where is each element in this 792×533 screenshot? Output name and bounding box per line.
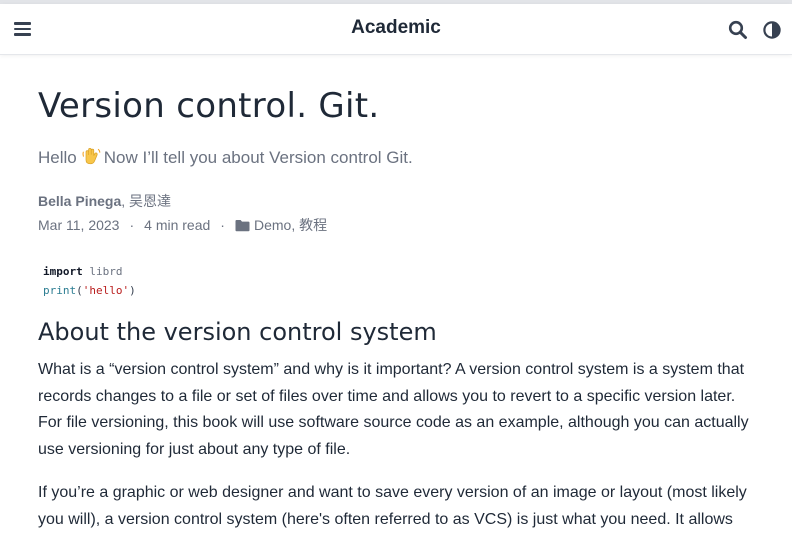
code-function: print bbox=[43, 284, 77, 297]
author-name: 吴恩達 bbox=[129, 193, 172, 209]
category-separator: , bbox=[291, 217, 300, 233]
code-paren-open: ( bbox=[76, 284, 83, 297]
article-subtitle: Hello Now I’ll tell you about Version co… bbox=[38, 146, 413, 171]
waving-hand-emoji-icon bbox=[81, 146, 101, 171]
brand-link[interactable]: Academic bbox=[351, 17, 441, 38]
code-block: import librd print('hello') bbox=[43, 262, 136, 300]
section-heading: About the version control system bbox=[38, 318, 437, 346]
meta-separator: · bbox=[220, 217, 225, 233]
code-paren-close: ) bbox=[129, 284, 136, 297]
category-link-tutorial[interactable]: 教程 bbox=[299, 217, 327, 233]
site-brand: Academic bbox=[0, 17, 792, 39]
code-string: 'hello' bbox=[82, 284, 130, 297]
author-link[interactable]: Bella Pinega bbox=[38, 193, 121, 209]
theme-toggle-icon[interactable] bbox=[762, 20, 782, 40]
page-title: Version control. Git. bbox=[38, 86, 380, 126]
search-icon[interactable] bbox=[728, 20, 748, 40]
article-metadata: Mar 11, 2023 · 4 min read · Demo, 教程 bbox=[38, 215, 327, 235]
category-link-demo[interactable]: Demo bbox=[254, 217, 291, 233]
subtitle-text: Now I’ll tell you about Version control … bbox=[103, 148, 413, 167]
paragraph: If you’re a graphic or web designer and … bbox=[38, 484, 747, 528]
reading-time: 4 min read bbox=[144, 217, 211, 233]
meta-separator: · bbox=[129, 217, 135, 233]
code-keyword: import bbox=[43, 265, 83, 278]
navbar: Academic bbox=[0, 4, 792, 55]
subtitle-hello: Hello bbox=[38, 148, 77, 167]
author-separator: , bbox=[121, 193, 130, 209]
paragraph: What is a “version control system” and w… bbox=[38, 361, 749, 459]
article-authors: Bella Pinega, 吴恩達 bbox=[38, 191, 171, 211]
article-date: Mar 11, 2023 bbox=[38, 217, 120, 233]
folder-icon bbox=[235, 219, 250, 235]
code-module: librd bbox=[89, 265, 123, 278]
